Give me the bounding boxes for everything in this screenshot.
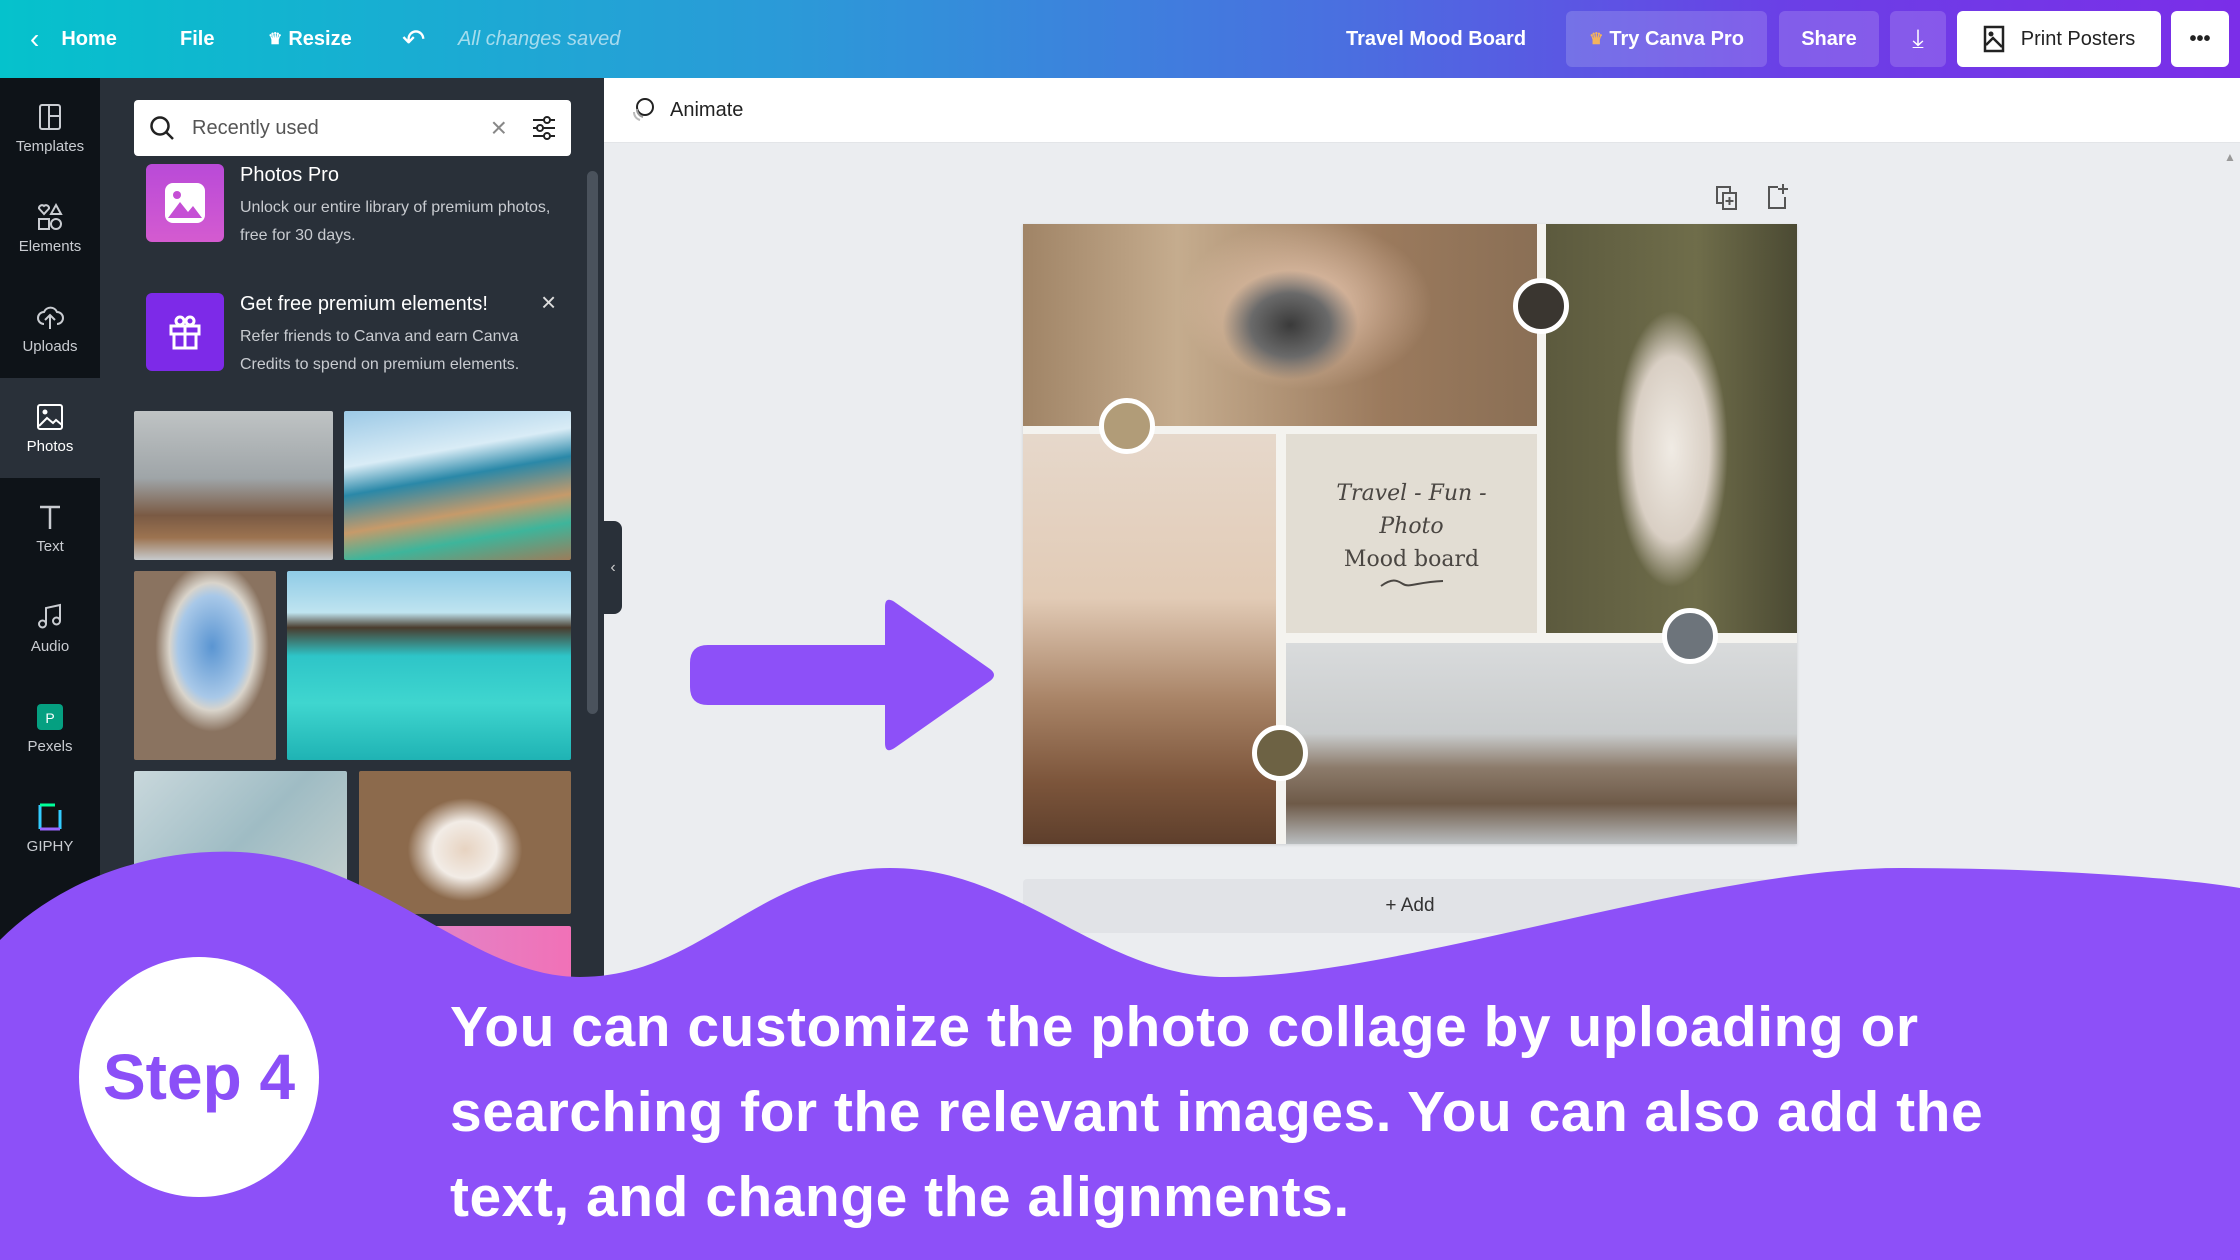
step-caption: You can customize the photo collage by u… — [450, 985, 2210, 1240]
caption-line: searching for the relevant images. You c… — [450, 1080, 1984, 1144]
caption-line: text, and change the alignments. — [450, 1165, 1350, 1229]
step-badge: Step 4 — [79, 957, 319, 1197]
caption-line: You can customize the photo collage by u… — [450, 995, 1919, 1059]
